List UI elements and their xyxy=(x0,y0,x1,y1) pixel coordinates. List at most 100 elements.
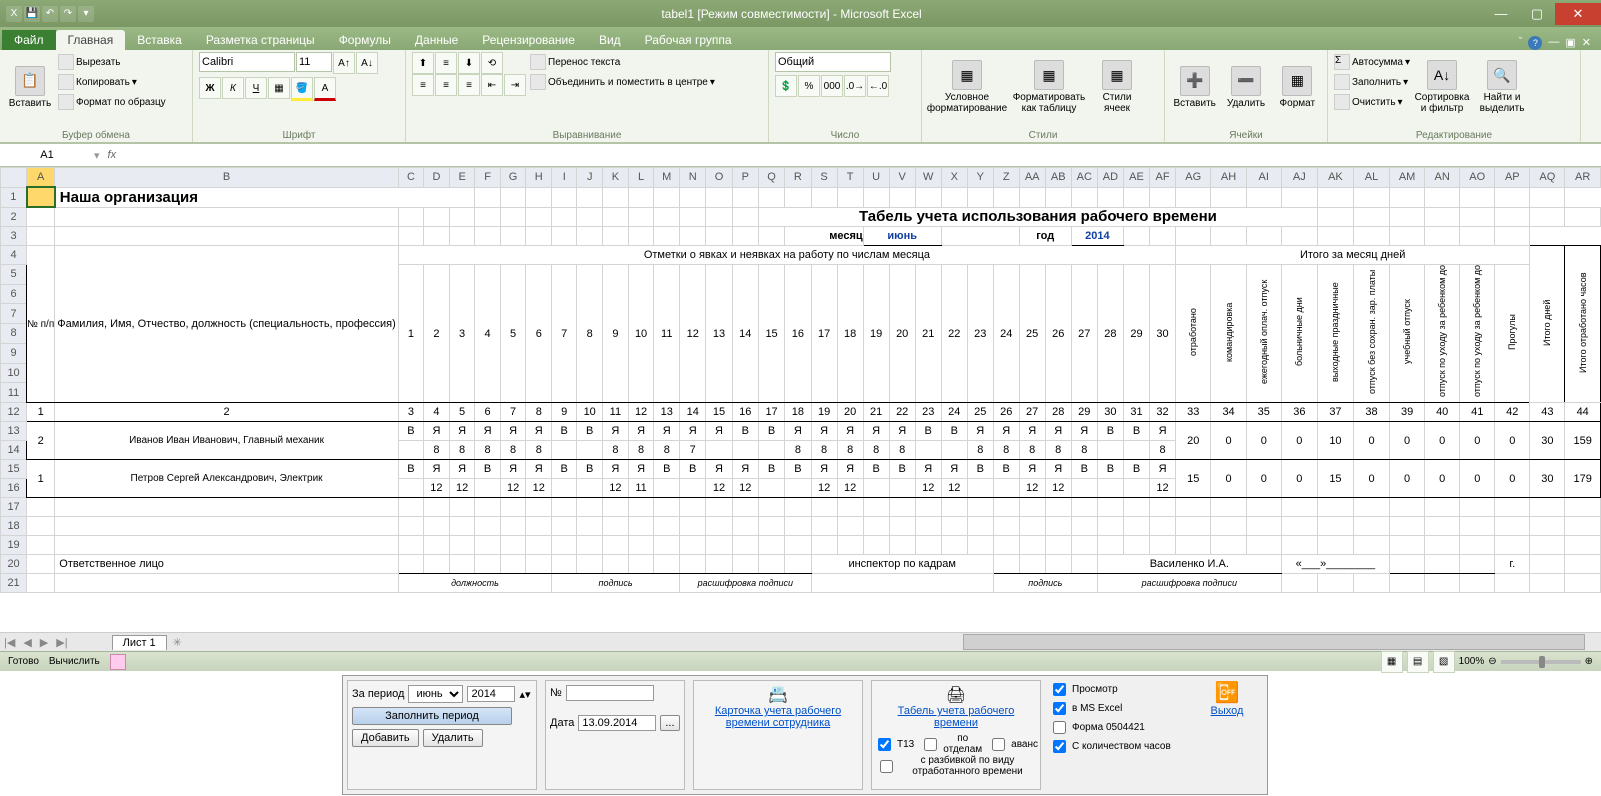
col-header[interactable]: AJ xyxy=(1281,168,1317,188)
tab-nav-prev[interactable]: ◀ xyxy=(19,636,35,649)
col-header[interactable]: J xyxy=(577,168,603,188)
col-header[interactable]: I xyxy=(552,168,577,188)
col-header[interactable]: E xyxy=(449,168,475,188)
align-top-button[interactable]: ⬆ xyxy=(412,52,434,74)
period-month-select[interactable]: июнь xyxy=(408,685,463,703)
macro-record-icon[interactable] xyxy=(110,654,126,670)
hours-checkbox[interactable] xyxy=(1053,740,1066,753)
sheet-tab-1[interactable]: Лист 1 xyxy=(112,635,167,650)
tab-team[interactable]: Рабочая группа xyxy=(633,30,744,50)
tab-file[interactable]: Файл xyxy=(2,30,56,50)
view-normal-button[interactable]: ▦ xyxy=(1381,651,1403,673)
tab-home[interactable]: Главная xyxy=(56,30,126,50)
col-header[interactable]: V xyxy=(889,168,915,188)
view-pagebreak-button[interactable]: ▧ xyxy=(1433,651,1455,673)
col-header[interactable]: W xyxy=(915,168,941,188)
col-header[interactable]: AO xyxy=(1460,168,1495,188)
tab-nav-last[interactable]: ▶| xyxy=(52,636,71,649)
col-header-B[interactable]: B xyxy=(55,168,399,188)
col-header[interactable]: U xyxy=(863,168,889,188)
col-header[interactable]: AN xyxy=(1425,168,1460,188)
col-header[interactable]: H xyxy=(526,168,552,188)
cut-button[interactable]: Вырезать xyxy=(58,52,166,72)
doc-close-icon[interactable]: ✕ xyxy=(1582,36,1591,50)
worksheet[interactable]: ABCDEFGHIJKLMNOPQRSTUVWXYZAAABACADAEAFAG… xyxy=(0,167,1601,632)
t13-checkbox[interactable] xyxy=(878,738,891,751)
col-header[interactable]: AL xyxy=(1353,168,1389,188)
merge-center-button[interactable]: Объединить и поместить в центре▾ xyxy=(530,72,715,92)
col-header[interactable]: AG xyxy=(1176,168,1211,188)
format-table-button[interactable]: ▦Форматировать как таблицу xyxy=(1010,52,1088,122)
col-header[interactable]: C xyxy=(398,168,423,188)
tab-formulas[interactable]: Формулы xyxy=(327,30,403,50)
minimize-button[interactable]: — xyxy=(1483,3,1519,25)
zoom-out-button[interactable]: ⊖ xyxy=(1488,656,1496,667)
add-button[interactable]: Добавить xyxy=(352,729,419,747)
cell-title[interactable]: Табель учета использования рабочего врем… xyxy=(758,207,1317,227)
redo-icon[interactable]: ↷ xyxy=(60,6,76,22)
col-header[interactable]: AI xyxy=(1246,168,1281,188)
col-header[interactable]: P xyxy=(732,168,758,188)
indent-dec-button[interactable]: ⇤ xyxy=(481,74,503,96)
view-layout-button[interactable]: ▤ xyxy=(1407,651,1429,673)
paste-button[interactable]: 📋Вставить xyxy=(6,52,54,122)
col-header[interactable]: AM xyxy=(1390,168,1425,188)
format-cells-button[interactable]: ▦Формат xyxy=(1274,52,1321,122)
col-header[interactable]: AC xyxy=(1071,168,1097,188)
col-header[interactable]: L xyxy=(628,168,654,188)
col-header[interactable]: Y xyxy=(967,168,993,188)
tab-layout[interactable]: Разметка страницы xyxy=(194,30,327,50)
col-header[interactable]: AD xyxy=(1097,168,1123,188)
col-header[interactable]: AB xyxy=(1045,168,1071,188)
close-button[interactable]: ✕ xyxy=(1555,3,1601,25)
col-header[interactable]: AP xyxy=(1495,168,1530,188)
format-painter-button[interactable]: Формат по образцу xyxy=(58,92,166,112)
tabel-link[interactable]: Табель учета рабочего времени xyxy=(898,705,1015,729)
year-spinner[interactable]: ▴▾ xyxy=(519,688,530,701)
thousands-button[interactable]: 000 xyxy=(821,75,843,97)
tab-insert[interactable]: Вставка xyxy=(125,30,194,50)
avans-checkbox[interactable] xyxy=(992,738,1005,751)
form-checkbox[interactable] xyxy=(1053,721,1066,734)
sort-filter-button[interactable]: A↓Сортировка и фильтр xyxy=(1414,52,1470,122)
fill-period-button[interactable]: Заполнить период xyxy=(352,707,512,725)
indent-inc-button[interactable]: ⇥ xyxy=(504,74,526,96)
period-year-input[interactable] xyxy=(467,686,515,702)
tab-nav-first[interactable]: |◀ xyxy=(0,636,19,649)
dec-decimal-button[interactable]: ←.0 xyxy=(867,75,889,97)
col-header-A[interactable]: A xyxy=(27,168,55,188)
break-checkbox[interactable] xyxy=(880,760,893,773)
minimize-ribbon-icon[interactable]: ˇ xyxy=(1519,36,1523,50)
delete-cells-button[interactable]: ➖Удалить xyxy=(1222,52,1269,122)
doc-minimize-icon[interactable]: — xyxy=(1548,36,1559,50)
tab-view[interactable]: Вид xyxy=(587,30,633,50)
border-button[interactable]: ▦ xyxy=(268,77,290,99)
undo-icon[interactable]: ↶ xyxy=(42,6,58,22)
col-header[interactable]: M xyxy=(654,168,680,188)
formula-input[interactable] xyxy=(124,145,1601,165)
date-picker-button[interactable]: ... xyxy=(660,715,679,731)
new-sheet-icon[interactable]: ✳ xyxy=(167,636,188,649)
orientation-button[interactable]: ⟲ xyxy=(481,52,503,74)
dept-checkbox[interactable] xyxy=(924,738,937,751)
font-size-select[interactable] xyxy=(296,52,332,72)
exit-link[interactable]: Выход xyxy=(1211,705,1244,717)
col-header[interactable]: AE xyxy=(1123,168,1149,188)
percent-button[interactable]: % xyxy=(798,75,820,97)
col-header[interactable]: AH xyxy=(1211,168,1246,188)
date-input[interactable] xyxy=(578,715,656,731)
horizontal-scrollbar[interactable] xyxy=(963,634,1585,650)
align-center-button[interactable]: ≡ xyxy=(435,74,457,96)
col-header[interactable]: T xyxy=(837,168,863,188)
clear-button[interactable]: Очистить▾ xyxy=(1334,92,1410,112)
shrink-font-button[interactable]: A↓ xyxy=(356,52,378,74)
employee-card-link[interactable]: Карточка учета рабочего времени сотрудни… xyxy=(715,705,841,729)
col-header[interactable]: O xyxy=(706,168,732,188)
col-header[interactable]: K xyxy=(603,168,629,188)
col-header[interactable]: G xyxy=(500,168,526,188)
wrap-text-button[interactable]: Перенос текста xyxy=(530,52,715,72)
save-icon[interactable]: 💾 xyxy=(24,6,40,22)
cond-format-button[interactable]: ▦Условное форматирование xyxy=(928,52,1006,122)
col-header[interactable]: AR xyxy=(1565,168,1601,188)
font-name-select[interactable] xyxy=(199,52,295,72)
